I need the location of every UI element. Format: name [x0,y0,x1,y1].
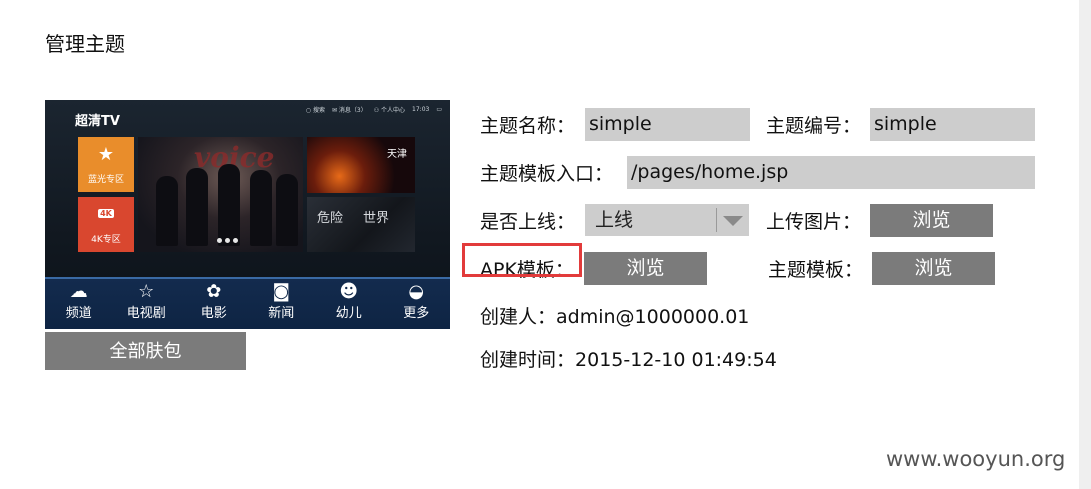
theme-template-label: 主题模板： [768,259,864,281]
page-title: 管理主题 [45,32,125,56]
preview-bottom-nav: ☁ 频道 ☆ 电视剧 ✿ 电影 ◙ 新闻 ☻ 幼儿 ◒ 更多 [45,277,450,329]
nav-item-news: ◙ 新闻 [249,279,313,321]
figure [186,168,208,246]
creator-label: 创建人： [480,306,557,328]
online-select-value: 上线 [595,209,634,231]
preview-status-bar: ○ 搜索 ✉ 消息（3） ⚇ 个人中心 17:03 ▭ [306,105,442,114]
creator-value: admin@1000000.01 [556,306,750,328]
entry-label: 主题模板入口： [480,163,614,185]
created-time-row: 创建时间：2015-12-10 01:49:54 [480,345,777,372]
preview-search: ○ 搜索 [305,107,325,114]
figure [218,164,240,246]
nav-item-kids: ☻ 幼儿 [317,279,381,321]
film-reel-icon: ✿ [206,281,222,302]
star-outline-icon: ☆ [138,281,155,302]
upload-image-label: 上传图片： [766,211,862,233]
preview-tile-bluray: ★ 蓝光专区 [78,137,134,192]
all-skins-button[interactable]: 全部肤包 [45,332,246,370]
theme-id-field[interactable]: simple [870,108,1035,141]
theme-template-browse-button[interactable]: 浏览 [872,252,995,285]
preview-time: 17:03 [412,106,430,113]
online-select[interactable]: 上线 [585,204,749,236]
created-time-label: 创建时间： [480,349,576,371]
nav-item-tv-series: ☆ 电视剧 [114,279,178,321]
nav-item-more: ◒ 更多 [384,279,448,321]
more-circle-icon: ◒ [408,281,425,302]
figure [276,174,298,246]
apk-template-browse-button[interactable]: 浏览 [584,252,707,285]
theme-preview-image: 超清TV ○ 搜索 ✉ 消息（3） ⚇ 个人中心 17:03 ▭ ★ 蓝光专区 … [45,100,450,329]
upload-image-browse-button[interactable]: 浏览 [870,204,993,237]
preview-tile-candle: 天津 [307,137,415,193]
chevron-down-icon [723,216,743,226]
star-icon: ★ [97,144,115,165]
preview-user-center: ⚇ 个人中心 [373,107,406,114]
carousel-dots [217,238,238,243]
camera-icon: ◙ [272,281,290,302]
preview-messages: ✉ 消息（3） [331,107,367,114]
figure [250,170,272,246]
theme-name-field[interactable]: simple [585,108,750,141]
preview-logo: 超清TV [75,114,120,129]
preview-feature-banner: voice [138,137,303,252]
creator-row: 创建人：admin@1000000.01 [480,302,749,329]
nav-item-channels: ☁ 频道 [47,279,111,321]
bear-icon: ☻ [339,281,359,302]
watermark: www.wooyun.org [886,447,1066,471]
4k-badge: 4K [98,209,114,218]
preview-tile-dangerous-world: 危险 世界 [307,197,415,252]
preview-tile-4k: 4K 4K专区 [78,197,134,252]
theme-name-label: 主题名称： [480,115,576,137]
scrollbar[interactable] [1079,0,1091,489]
tv-icon: ▭ [436,106,442,113]
figure [156,176,178,246]
created-time-value: 2015-12-10 01:49:54 [575,349,777,371]
apk-template-highlight-box [462,243,582,277]
theme-id-label: 主题编号： [766,115,862,137]
entry-field[interactable]: /pages/home.jsp [627,156,1035,189]
nav-item-movies: ✿ 电影 [182,279,246,321]
cloud-icon: ☁ [69,281,88,302]
online-label: 是否上线： [480,211,576,233]
